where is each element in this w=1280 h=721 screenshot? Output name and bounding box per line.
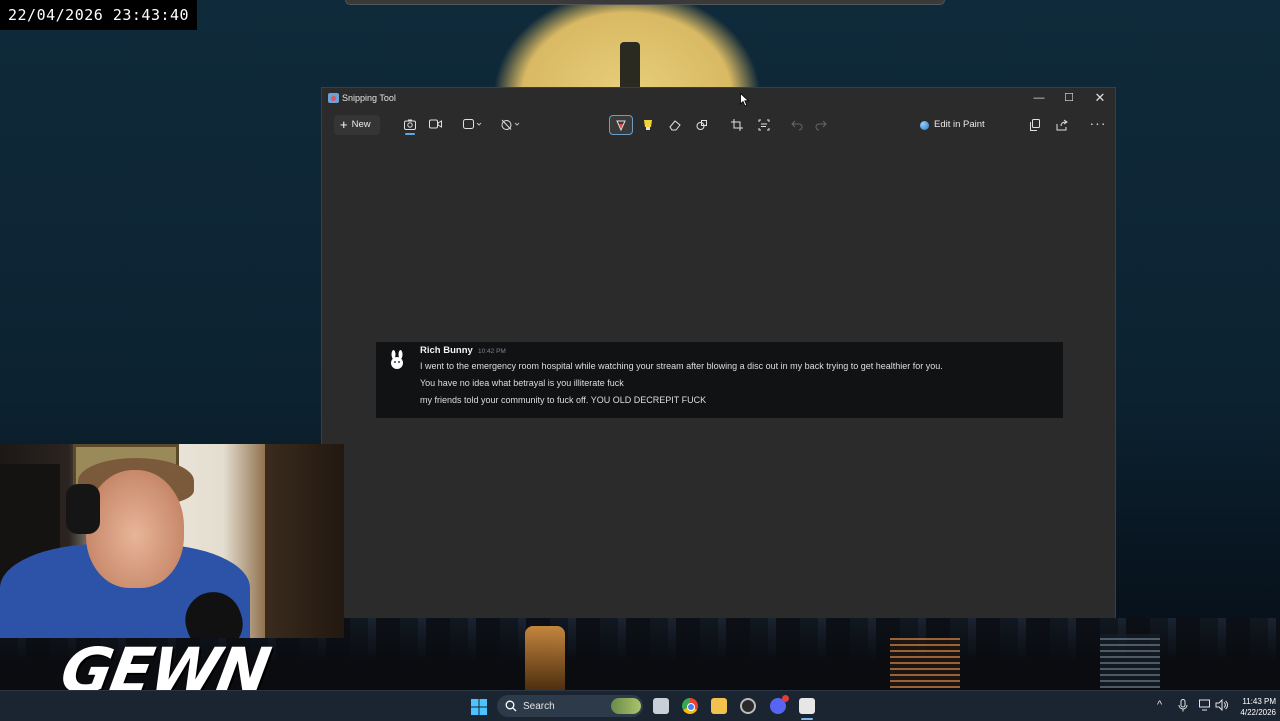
highlighter-icon bbox=[644, 120, 652, 130]
undo-icon bbox=[791, 120, 803, 131]
screenshot-mode-button[interactable] bbox=[400, 115, 420, 135]
redo-icon bbox=[815, 120, 827, 131]
windows-start-icon[interactable] bbox=[471, 699, 487, 715]
taskbar: Search ^ 11:43 PM 4/22/2026 bbox=[0, 690, 1280, 721]
shapes-tool[interactable] bbox=[692, 115, 712, 135]
snipping-tool-window: Snipping Tool — ☐ ✕ + New Edit in Paint … bbox=[321, 87, 1116, 618]
plus-icon: + bbox=[340, 117, 348, 132]
close-button[interactable]: ✕ bbox=[1085, 88, 1115, 108]
taskbar-search-box[interactable]: Search bbox=[497, 695, 643, 717]
edit-in-paint-button[interactable]: Edit in Paint bbox=[920, 115, 994, 135]
edit-in-paint-label: Edit in Paint bbox=[934, 119, 985, 130]
search-icon bbox=[505, 700, 517, 712]
taskbar-clock-time[interactable]: 11:43 PM bbox=[1236, 697, 1276, 706]
new-snip-button[interactable]: + New bbox=[334, 115, 380, 135]
search-label: Search bbox=[523, 700, 555, 712]
lit-building bbox=[525, 626, 565, 690]
headset bbox=[66, 484, 100, 534]
ballpoint-pen-tool[interactable] bbox=[609, 115, 633, 135]
shapes-icon bbox=[696, 120, 707, 130]
paint-app-icon bbox=[920, 120, 929, 130]
streamer-face bbox=[86, 470, 184, 588]
message-timestamp: 10:42 PM bbox=[478, 348, 506, 355]
message-line: I went to the emergency room hospital wh… bbox=[420, 361, 943, 371]
text-actions-tool[interactable] bbox=[754, 115, 774, 135]
eraser-tool[interactable] bbox=[665, 115, 685, 135]
chrome-icon[interactable] bbox=[682, 698, 698, 714]
lit-building bbox=[1100, 634, 1160, 688]
share-button[interactable] bbox=[1052, 115, 1072, 135]
message-line: You have no idea what betrayal is you il… bbox=[420, 378, 624, 388]
taskbar-clock-date[interactable]: 4/22/2026 bbox=[1236, 708, 1276, 717]
redo-button[interactable] bbox=[811, 115, 831, 135]
toolbar: + New Edit in Paint ··· bbox=[322, 112, 1115, 138]
stream-timestamp-overlay: 22/04/2026 23:43:40 bbox=[0, 0, 198, 30]
lit-building bbox=[890, 638, 960, 688]
chevron-up-icon[interactable]: ^ bbox=[1157, 699, 1162, 711]
wallpaper-figure bbox=[620, 42, 640, 92]
network-icon[interactable] bbox=[1199, 699, 1211, 711]
mouse-cursor-icon bbox=[740, 93, 750, 107]
crop-icon bbox=[731, 119, 743, 131]
share-icon bbox=[1056, 119, 1068, 131]
eraser-icon bbox=[669, 120, 681, 131]
copy-icon bbox=[1030, 119, 1040, 131]
more-options-button[interactable]: ··· bbox=[1088, 115, 1108, 135]
video-icon bbox=[428, 119, 442, 129]
steam-icon[interactable] bbox=[740, 698, 756, 714]
text-actions-icon bbox=[758, 119, 770, 131]
volume-icon[interactable] bbox=[1215, 699, 1228, 711]
maximize-button[interactable]: ☐ bbox=[1054, 88, 1084, 108]
snip-shape-dropdown[interactable] bbox=[460, 115, 486, 135]
copy-button[interactable] bbox=[1025, 115, 1045, 135]
crop-tool[interactable] bbox=[727, 115, 747, 135]
snipping-tool-app-icon bbox=[328, 93, 339, 103]
snip-delay-dropdown[interactable] bbox=[498, 115, 524, 135]
file-explorer-icon[interactable] bbox=[711, 698, 727, 714]
camera-icon bbox=[404, 119, 416, 130]
window-title: Snipping Tool bbox=[342, 93, 396, 103]
more-icon: ··· bbox=[1089, 115, 1107, 131]
notification-badge bbox=[782, 695, 789, 702]
search-highlight-image bbox=[611, 698, 641, 714]
door bbox=[265, 444, 344, 638]
captured-chat-message: Rich Bunny 10:42 PM I went to the emerge… bbox=[376, 342, 1063, 418]
title-bar[interactable]: Snipping Tool — ☐ ✕ bbox=[322, 88, 1115, 110]
undo-button[interactable] bbox=[787, 115, 807, 135]
video-mode-button[interactable] bbox=[425, 115, 445, 135]
bunny-avatar-icon bbox=[391, 350, 403, 369]
top-edge-strip bbox=[345, 0, 945, 5]
ballpoint-pen-icon bbox=[616, 120, 626, 132]
task-view-icon[interactable] bbox=[653, 698, 669, 714]
message-line: my friends told your community to fuck o… bbox=[420, 395, 707, 405]
rectangle-icon bbox=[463, 119, 482, 129]
webcam-feed bbox=[0, 444, 344, 638]
highlighter-tool[interactable] bbox=[638, 115, 658, 135]
timer-off-icon bbox=[501, 119, 520, 130]
new-button-label: New bbox=[351, 119, 371, 130]
snip-canvas[interactable]: Rich Bunny 10:42 PM I went to the emerge… bbox=[322, 140, 1115, 618]
microphone-icon[interactable] bbox=[1178, 699, 1188, 712]
minimize-button[interactable]: — bbox=[1024, 88, 1054, 108]
message-author: Rich Bunny bbox=[420, 345, 473, 356]
snipping-tool-taskbar-icon[interactable] bbox=[799, 698, 815, 714]
